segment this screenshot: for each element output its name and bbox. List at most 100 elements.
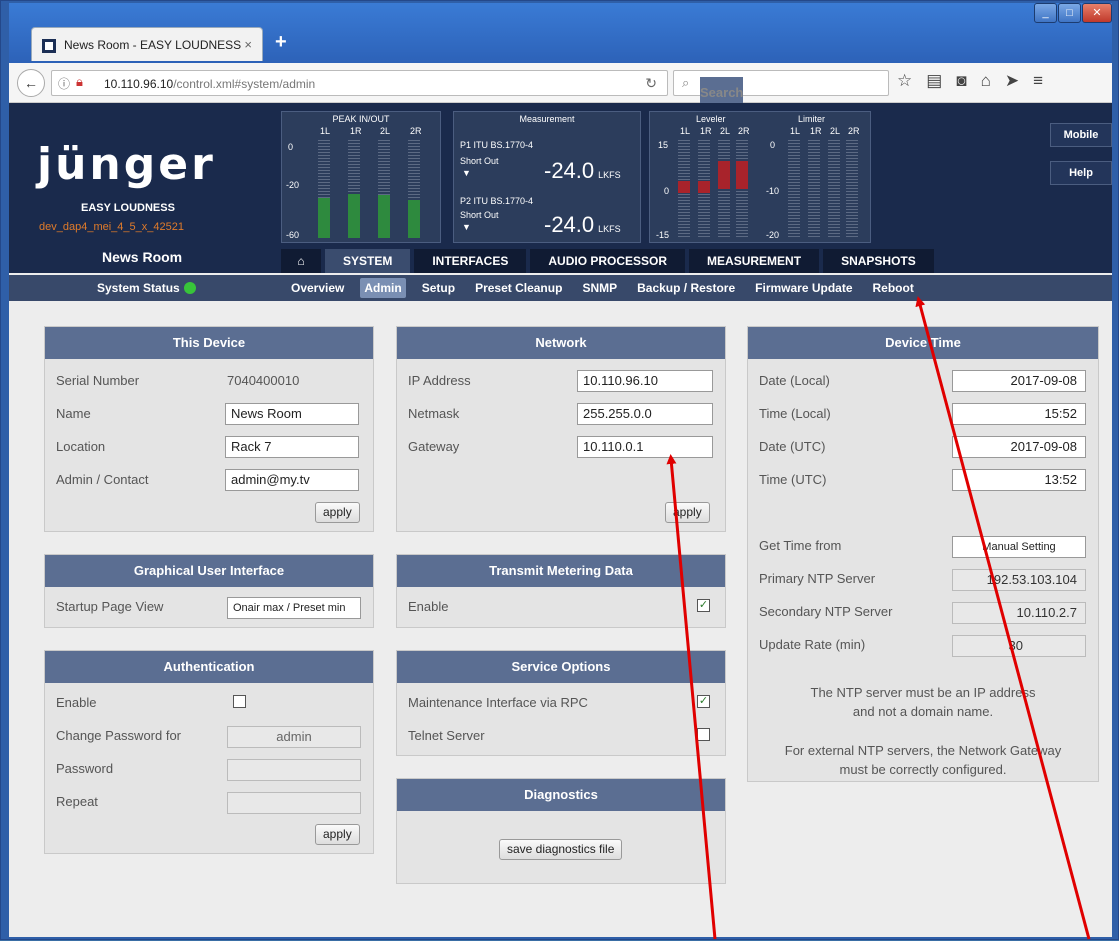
lim-ch-2r: 2R [848,126,860,136]
product-name: EASY LOUDNESS [81,202,175,214]
repeat-field[interactable] [227,792,361,814]
system-status-label: System Status [97,281,180,295]
system-status[interactable]: System Status [97,281,196,295]
transmit-enable-checkbox[interactable]: ✓ [697,599,710,612]
peak-bar-fill [348,194,360,238]
back-icon[interactable]: ← [17,69,45,97]
tab-audio-processor[interactable]: AUDIO PROCESSOR [530,249,686,273]
info-icon[interactable]: ⓘ [58,75,70,92]
maximize-icon[interactable]: □ [1058,3,1081,23]
change-password-user[interactable]: admin [227,726,361,748]
leveler-bar [718,140,730,238]
device-name: News Room [102,249,183,265]
network-apply-button[interactable]: apply [665,502,710,523]
gateway-label: Gateway [408,439,460,454]
tab-measurement[interactable]: MEASUREMENT [689,249,820,273]
time-utc-field[interactable]: 13:52 [952,469,1086,491]
rpc-checkbox[interactable]: ✓ [697,695,710,708]
url-path: /control.xml#system/admin [173,77,316,91]
name-field[interactable]: News Room [225,403,359,425]
new-tab-icon[interactable]: + [275,31,287,54]
sublink-snmp[interactable]: SNMP [578,278,621,298]
leveler-bar-fill [736,161,748,189]
apply-button[interactable]: apply [315,502,360,523]
lim-scale-0: 0 [770,140,776,150]
gateway-field[interactable]: 10.110.0.1 [577,436,713,458]
time-local-field[interactable]: 15:52 [952,403,1086,425]
sublink-setup[interactable]: Setup [418,278,459,298]
search-input[interactable]: ⌕ Search [673,70,889,109]
peak-ch-1r: 1R [350,126,362,136]
time-source-select[interactable]: Manual Setting [952,536,1086,558]
auth-apply-button[interactable]: apply [315,824,360,845]
panel-title: Network [397,327,725,359]
home-icon[interactable]: ⌂ [981,71,991,91]
telnet-checkbox[interactable] [697,728,710,741]
browser-nav-bar: ← ⓘ 🔒︎ 10.110.96.10/control.xml#system/a… [9,63,1112,109]
url-bar[interactable]: ⓘ 🔒︎ 10.110.96.10/control.xml#system/adm… [51,70,668,96]
date-utc-field[interactable]: 2017-09-08 [952,436,1086,458]
url-host: 10.110.96.10 [104,77,174,91]
p1-value: -24.0 LKFS [544,158,621,184]
sublink-backup-restore[interactable]: Backup / Restore [633,278,739,298]
startup-select[interactable]: Onair max / Preset min [227,597,361,619]
browser-tab[interactable]: News Room - EASY LOUDNESS × [31,27,263,61]
menu-icon[interactable]: ≡ [1033,71,1043,91]
time-local-label: Time (Local) [759,406,831,421]
repeat-label: Repeat [56,794,98,809]
serial-label: Serial Number [56,373,140,388]
url-text[interactable]: 10.110.96.10/control.xml#system/admin [104,77,315,91]
ip-field[interactable]: 10.110.96.10 [577,370,713,392]
password-label: Password [56,761,114,776]
rpc-label: Maintenance Interface via RPC [408,695,588,710]
auth-enable-checkbox[interactable] [233,695,246,708]
password-field[interactable] [227,759,361,781]
lev-scale-15: 15 [658,140,669,150]
leveler-bar-fill [698,181,710,193]
panel-title: Transmit Metering Data [397,555,725,587]
sublink-reboot[interactable]: Reboot [869,278,918,298]
tab-home[interactable]: ⌂ [281,249,321,273]
send-icon[interactable]: ➤ [1005,71,1019,91]
peak-bar-fill [378,195,390,238]
location-field[interactable]: Rack 7 [225,436,359,458]
serial-value: 7040400010 [227,373,300,388]
help-button[interactable]: Help [1050,161,1112,185]
peak-meter[interactable]: PEAK IN/OUT 1L 1R 2L 2R 0 -20 -60 [281,111,441,243]
minimize-icon[interactable]: _ [1034,3,1057,23]
lim-ch-1l: 1L [790,126,801,136]
reload-icon[interactable]: ↻ [645,75,657,92]
sublink-firmware-update[interactable]: Firmware Update [751,278,856,298]
date-local-field[interactable]: 2017-09-08 [952,370,1086,392]
mobile-button[interactable]: Mobile [1050,123,1112,147]
p1-dropdown-icon[interactable]: ▼ [462,168,471,178]
sublink-overview[interactable]: Overview [287,278,348,298]
tab-interfaces[interactable]: INTERFACES [414,249,527,273]
measurement-panel[interactable]: Measurement P1 ITU BS.1770-4 Short Out ▼… [453,111,641,243]
sublink-preset-cleanup[interactable]: Preset Cleanup [471,278,566,298]
lev-ch-2l: 2L [720,126,731,136]
web-page: jünger EASY LOUDNESS dev_dap4_mei_4_5_x_… [9,103,1112,937]
secondary-ntp-field[interactable]: 10.110.2.7 [952,602,1086,624]
tab-snapshots[interactable]: SNAPSHOTS [823,249,934,273]
tab-system[interactable]: SYSTEM [325,249,411,273]
close-window-icon[interactable]: ✕ [1082,3,1112,23]
panel-title: Service Options [397,651,725,683]
bookmark-star-icon[interactable]: ☆ [897,71,912,91]
p1-label: P1 ITU BS.1770-4 [460,140,534,150]
primary-ntp-field[interactable]: 192.53.103.104 [952,569,1086,591]
sublink-admin[interactable]: Admin [360,278,406,298]
leveler-limiter-meter[interactable]: Leveler Limiter 1L 1R 2L 2R 1L 1R 2L 2R … [649,111,871,243]
reader-icon[interactable]: ▤ [926,71,942,91]
p2-value-number: -24.0 [544,212,595,237]
save-diagnostics-button[interactable]: save diagnostics file [499,839,623,860]
p2-dropdown-icon[interactable]: ▼ [462,222,471,232]
junger-logo: jünger [37,139,216,190]
pocket-icon[interactable]: ◙ [956,71,966,91]
contact-field[interactable]: admin@my.tv [225,469,359,491]
panel-title: Graphical User Interface [45,555,373,587]
limiter-bar [846,140,858,238]
netmask-field[interactable]: 255.255.0.0 [577,403,713,425]
tab-close-icon[interactable]: × [244,37,252,52]
update-rate-field[interactable]: 30 [952,635,1086,657]
